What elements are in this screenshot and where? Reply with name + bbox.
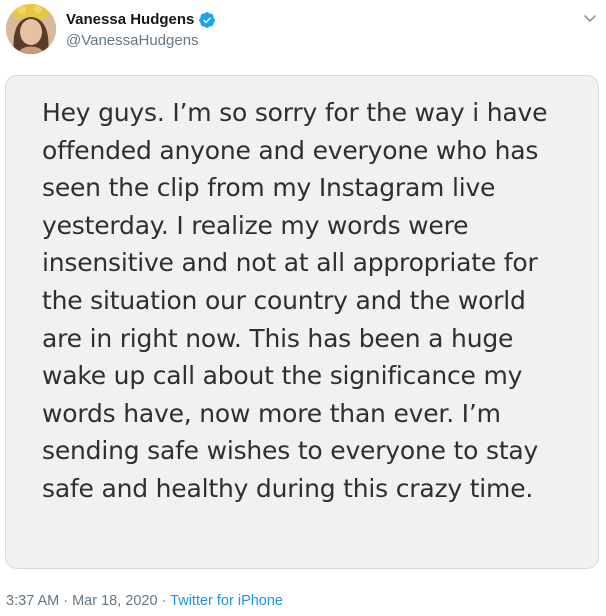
avatar[interactable] — [6, 4, 56, 54]
note-line: Hey guys. I’m so sorry for the way i hav… — [42, 98, 548, 127]
chevron-down-icon[interactable] — [582, 10, 598, 26]
meta-separator: · — [59, 593, 73, 609]
tweet: Vanessa Hudgens @VanessaHudgens Hey guys… — [0, 0, 606, 616]
tweet-date[interactable]: Mar 18, 2020 — [72, 593, 157, 609]
note-line: the situation our country and the world — [42, 285, 526, 315]
tweet-header: Vanessa Hudgens @VanessaHudgens — [6, 4, 598, 60]
apology-note-text: Hey guys. I’m so sorry for the way i hav… — [42, 94, 568, 508]
author-names: Vanessa Hudgens @VanessaHudgens — [66, 10, 216, 51]
note-line: wake up call about the significance my — [42, 361, 523, 391]
note-line: seen the clip from my Instagram live — [42, 173, 496, 203]
verified-badge-icon — [198, 11, 216, 29]
note-line: are in right now. This has been a huge — [42, 323, 514, 353]
tweet-time[interactable]: 3:37 AM — [6, 593, 59, 609]
handle[interactable]: @VanessaHudgens — [66, 31, 216, 51]
display-name[interactable]: Vanessa Hudgens — [66, 10, 194, 30]
avatar-image — [6, 4, 56, 54]
note-line: sending safe wishes to everyone to stay — [42, 436, 539, 466]
meta-separator: · — [157, 593, 171, 609]
note-line: safe and healthy during this crazy time. — [42, 473, 534, 503]
name-row: Vanessa Hudgens — [66, 10, 216, 30]
tweet-meta: 3:37 AM · Mar 18, 2020 · Twitter for iPh… — [6, 591, 283, 611]
note-line: yesterday. I realize my words were — [42, 210, 469, 240]
note-line: insensitive and not at all appropriate f… — [42, 248, 538, 278]
tweet-source-link[interactable]: Twitter for iPhone — [170, 593, 283, 609]
note-line: words have, now more than ever. I’m — [42, 398, 501, 428]
note-line: offended anyone and everyone who has — [42, 135, 539, 165]
notes-screenshot: Hey guys. I’m so sorry for the way i hav… — [5, 75, 599, 569]
